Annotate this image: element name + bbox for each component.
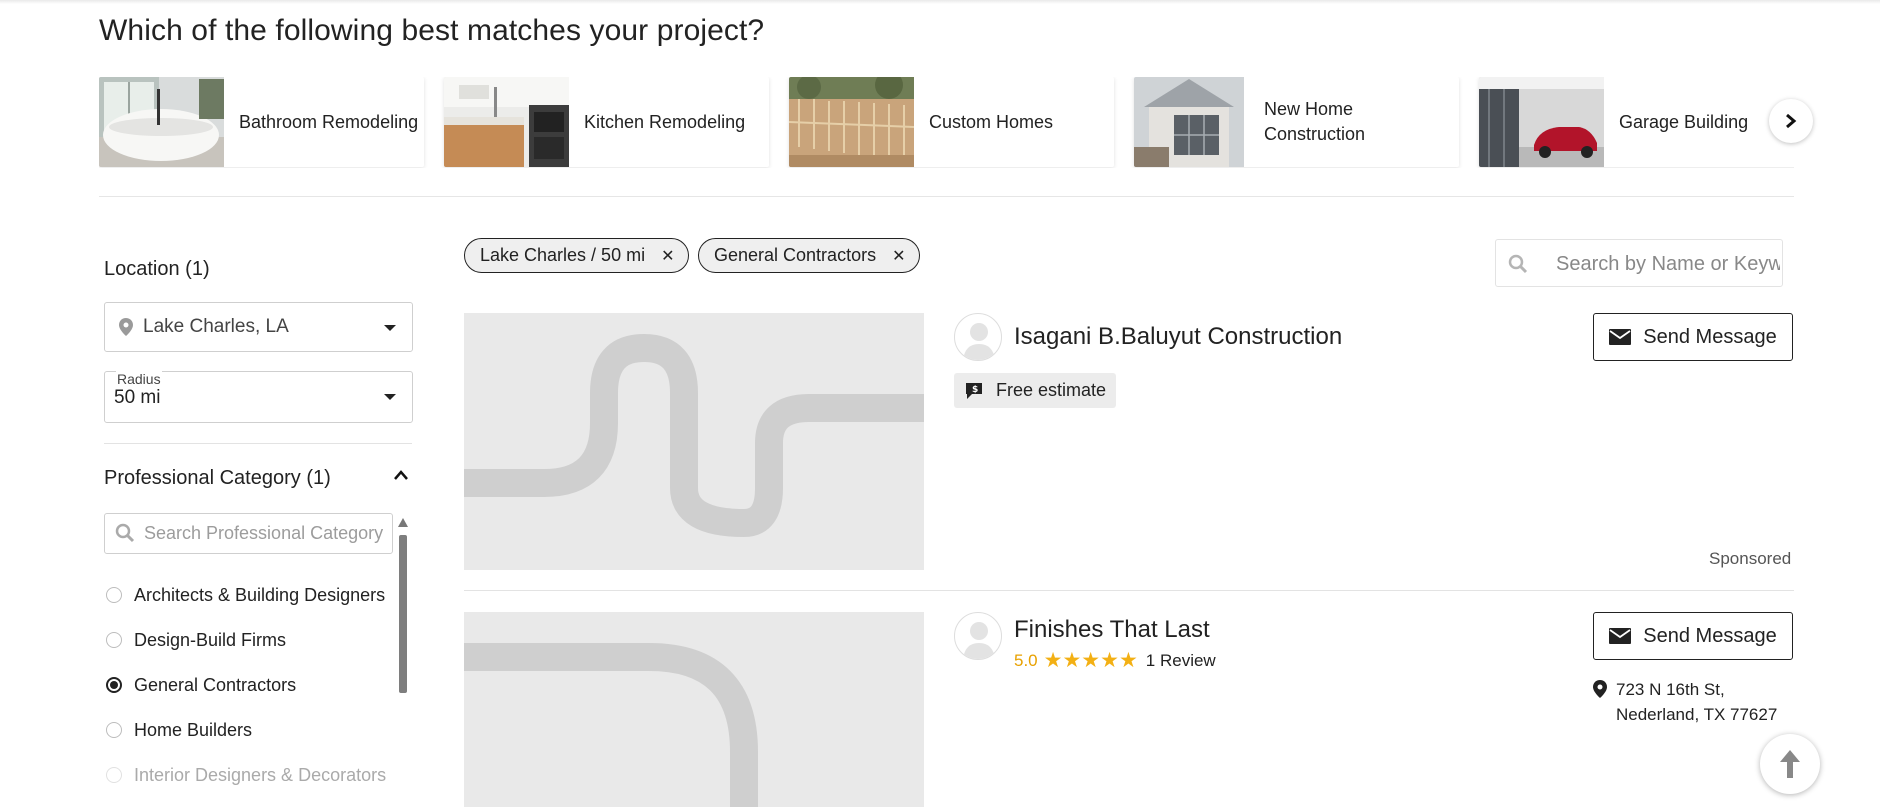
radius-select[interactable]: Radius 50 mi [104, 371, 413, 423]
location-pin-icon [119, 318, 133, 336]
category-search-input[interactable]: Search Professional Category [104, 513, 393, 554]
category-label: Custom Homes [929, 111, 1054, 132]
radio-design-build[interactable] [106, 632, 122, 648]
avatar [954, 313, 1002, 361]
image-placeholder-icon [464, 333, 924, 538]
radio-home-builders[interactable] [106, 722, 122, 738]
send-message-label: Send Message [1643, 325, 1777, 348]
category-card-new-home[interactable]: New Home Construction [1134, 77, 1459, 167]
chevron-down-icon [384, 394, 396, 400]
location-select[interactable]: Lake Charles, LA [104, 302, 413, 352]
category-search-placeholder: Search Professional Category [144, 523, 384, 543]
name-search-placeholder: Search by Name or Keyword [1556, 253, 1780, 275]
radius-label: Radius [116, 371, 162, 387]
carousel-next-button[interactable] [1769, 99, 1813, 143]
category-label: Garage Building [1619, 111, 1749, 132]
garage-photo [1479, 77, 1604, 167]
user-avatar-icon [963, 323, 995, 360]
category-label: New Home Construction [1264, 99, 1366, 144]
business-name[interactable]: Finishes That Last [1014, 616, 1210, 644]
location-value: Lake Charles, LA [143, 316, 289, 337]
option-general-contractors[interactable]: General Contractors [134, 675, 296, 696]
new-home-photo [1134, 77, 1259, 167]
result-image-placeholder[interactable] [464, 313, 924, 570]
divider [464, 590, 1794, 591]
scrollbar-thumb[interactable] [399, 535, 407, 693]
category-label: Bathroom Remodeling [239, 111, 419, 132]
image-placeholder-icon [464, 643, 758, 807]
category-card-garage[interactable]: Garage Building [1479, 77, 1794, 167]
radio-architects[interactable] [106, 587, 122, 603]
divider [99, 196, 1794, 197]
option-interior-designers[interactable]: Interior Designers & Decorators [134, 765, 386, 786]
option-home-builders[interactable]: Home Builders [134, 720, 252, 741]
free-estimate-badge: $ Free estimate [954, 373, 1117, 408]
close-icon[interactable]: ✕ [892, 246, 905, 266]
name-search-input[interactable]: Search by Name or Keyword [1495, 239, 1783, 287]
chip-label: Lake Charles / 50 mi [480, 245, 646, 265]
location-title: Location (1) [104, 258, 210, 280]
star-icon: ★ [1100, 649, 1119, 672]
custom-homes-photo [789, 77, 915, 167]
star-icon: ★ [1118, 649, 1138, 672]
filter-chip-category[interactable]: General Contractors ✕ [698, 238, 921, 273]
divider [104, 443, 412, 444]
chevron-right-icon [1786, 113, 1797, 129]
address-line2: Nederland, TX 77627 [1616, 705, 1778, 724]
option-design-build[interactable]: Design-Build Firms [134, 630, 286, 651]
address: 723 N 16th St, Nederland, TX 77627 [1616, 677, 1777, 727]
send-message-button[interactable]: Send Message [1593, 313, 1793, 361]
radio-interior-designers[interactable] [106, 767, 122, 783]
page-title: Which of the following best matches your… [99, 14, 765, 47]
option-architects[interactable]: Architects & Building Designers [134, 585, 385, 606]
envelope-icon [1609, 628, 1632, 644]
rating-row: 5.0 ★ ★ ★ ★ ★ 1 Review [1014, 648, 1216, 673]
envelope-icon [1609, 329, 1632, 345]
star-icon: ★ [1043, 649, 1063, 672]
star-icon: ★ [1062, 649, 1082, 672]
result-image-placeholder[interactable] [464, 612, 924, 807]
avatar [954, 612, 1002, 660]
kitchen-photo [444, 77, 569, 167]
radius-value: 50 mi [114, 387, 161, 408]
star-icon: ★ [1081, 649, 1101, 672]
scroll-up-arrow[interactable] [398, 518, 408, 527]
search-icon [115, 523, 135, 543]
estimate-icon: $ [966, 382, 982, 399]
close-icon[interactable]: ✕ [661, 246, 674, 266]
send-message-button[interactable]: Send Message [1593, 612, 1793, 660]
category-scrollbar[interactable] [398, 518, 408, 807]
category-carousel: Bathroom Remodeling Kitchen Remodeling C… [99, 77, 1794, 168]
radio-general-contractors[interactable] [106, 677, 122, 693]
category-card-custom-homes[interactable]: Custom Homes [789, 77, 1114, 167]
svg-text:$: $ [972, 385, 978, 395]
chip-label: General Contractors [714, 245, 877, 265]
user-avatar-icon [963, 622, 995, 659]
send-message-label: Send Message [1643, 624, 1777, 647]
address-line1: 723 N 16th St, [1616, 680, 1725, 699]
bathroom-photo [99, 77, 224, 167]
sponsored-label: Sponsored [1709, 549, 1792, 568]
badge-label: Free estimate [996, 380, 1107, 400]
review-count[interactable]: 1 Review [1146, 651, 1216, 671]
chevron-up-icon[interactable] [393, 469, 409, 481]
location-pin-icon [1593, 680, 1607, 698]
arrow-up-icon [1780, 750, 1800, 778]
search-icon [1508, 254, 1528, 274]
category-card-bathroom[interactable]: Bathroom Remodeling [99, 77, 424, 167]
category-card-kitchen[interactable]: Kitchen Remodeling [444, 77, 769, 167]
rating-value: 5.0 [1014, 650, 1038, 670]
business-name[interactable]: Isagani B.Baluyut Construction [1014, 323, 1342, 351]
back-to-top-button[interactable] [1760, 734, 1820, 794]
chevron-down-icon [384, 325, 396, 331]
top-shadow [0, 0, 1880, 4]
category-title: Professional Category (1) [104, 467, 331, 489]
filter-chip-location[interactable]: Lake Charles / 50 mi ✕ [464, 238, 690, 273]
category-label: Kitchen Remodeling [584, 111, 746, 132]
